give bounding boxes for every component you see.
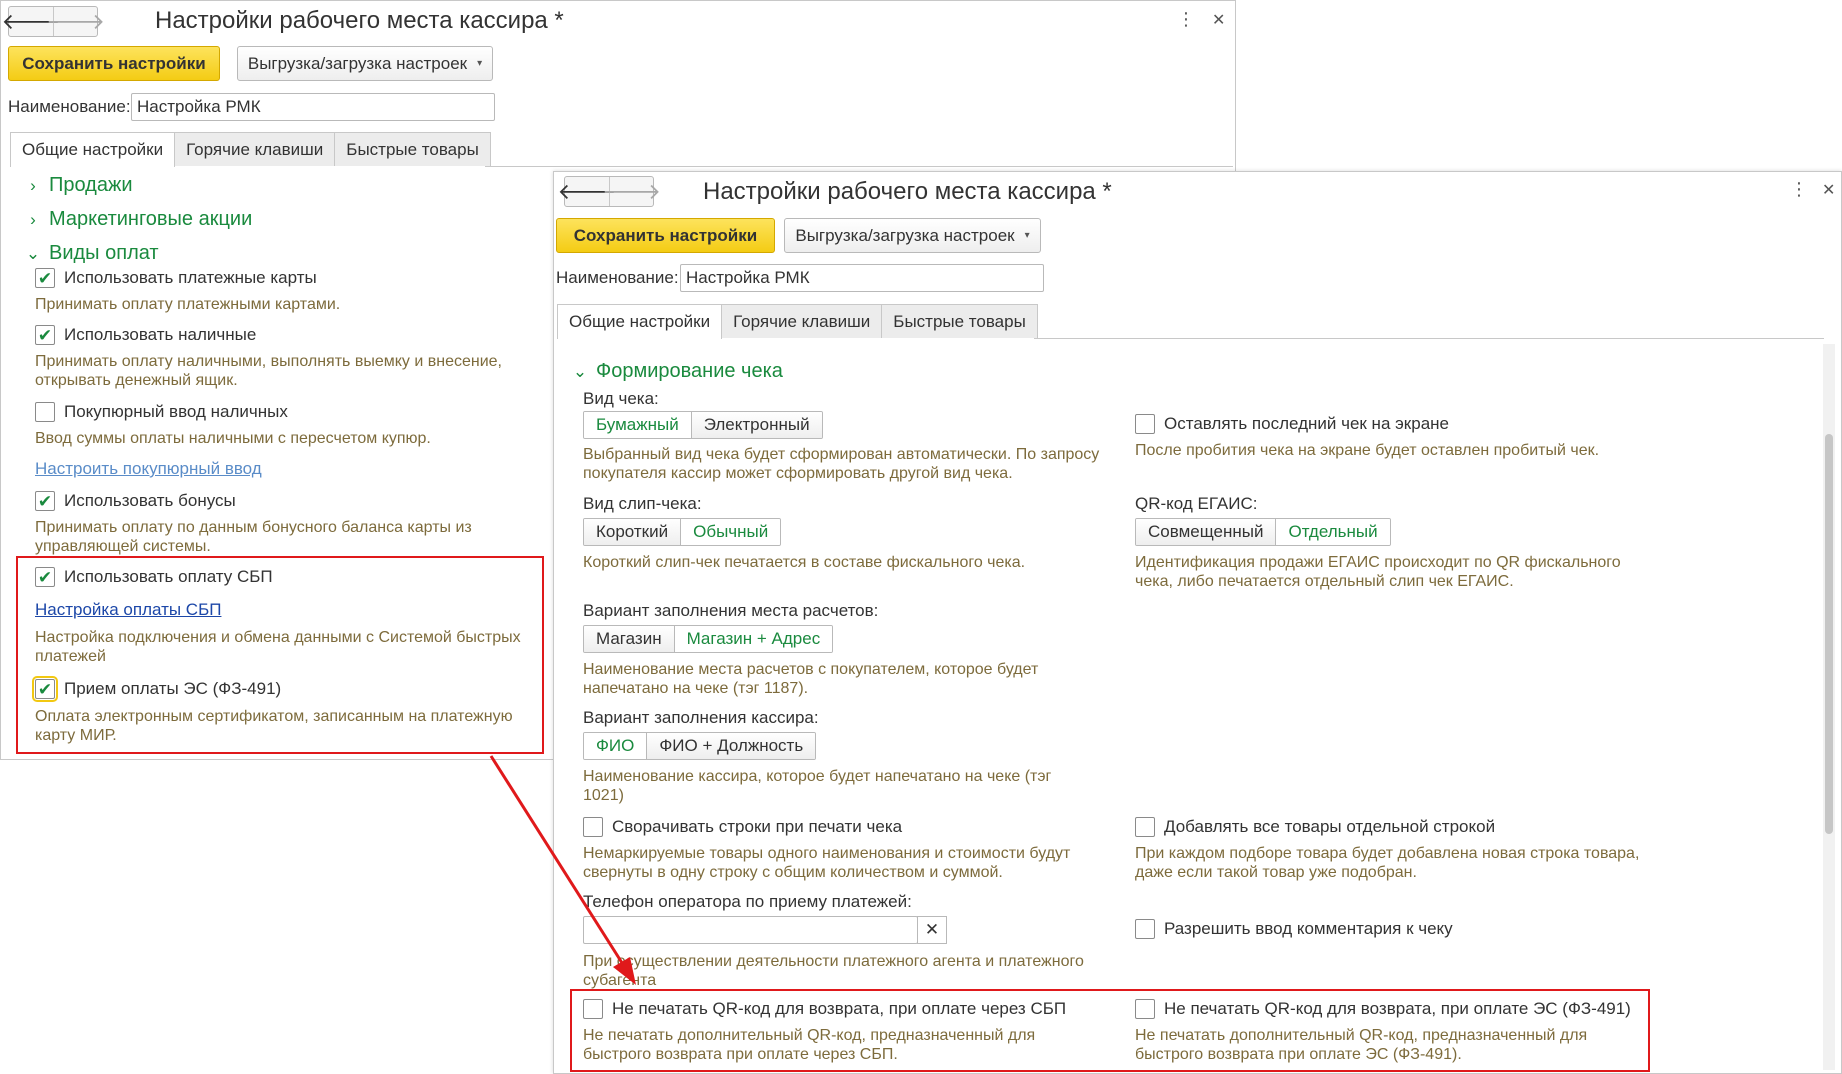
arrow-shaft	[489, 755, 626, 967]
arrow-head	[613, 957, 636, 985]
annotation-arrow	[489, 755, 636, 985]
